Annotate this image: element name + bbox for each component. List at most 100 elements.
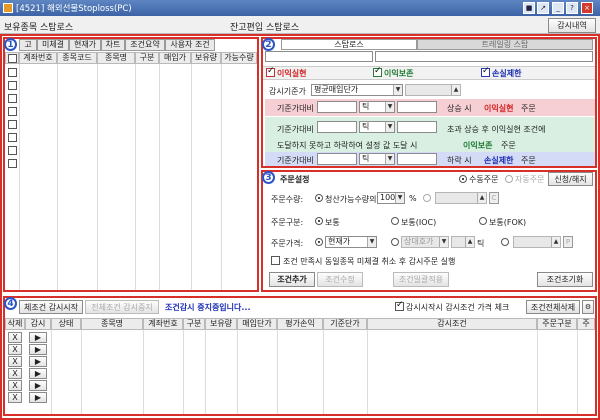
delete-row-button[interactable]: X xyxy=(8,392,22,403)
chevron-down-icon: ▼ xyxy=(367,237,376,247)
row-checkbox[interactable] xyxy=(8,94,17,103)
grid-line xyxy=(237,330,238,414)
tab-condition-summary[interactable]: 조건요약 xyxy=(125,39,165,51)
play-row-button[interactable]: ▶ xyxy=(29,344,47,355)
play-row-button[interactable]: ▶ xyxy=(29,380,47,391)
profit-checkbox[interactable] xyxy=(266,66,275,77)
price-relative-radio[interactable] xyxy=(391,238,399,246)
settings-icon[interactable]: ⚙ xyxy=(582,300,594,314)
spin-icon: ▲ xyxy=(451,85,460,95)
help-icon[interactable]: ? xyxy=(566,2,578,14)
profit-tick-input[interactable] xyxy=(317,101,357,113)
apply-button[interactable]: 신청/해지 xyxy=(548,172,593,186)
breakeven-price-field[interactable] xyxy=(397,121,437,133)
loss-tick-input[interactable] xyxy=(317,153,357,165)
chevron-down-icon: ▼ xyxy=(385,154,394,164)
window-title: [4521] 해외선물Stoploss(PC) xyxy=(16,4,132,14)
breakeven-row3-label: 도달하지 못하고 하락하여 설정 값 도달 시 xyxy=(277,141,418,150)
stoploss-panel: 스탑로스 트레일링 스탑 이익실현 이익보존 손실제한 감시기준가 평균매입단가… xyxy=(261,37,597,168)
breakeven-row-keyword: 이익보존 xyxy=(463,141,493,150)
type-normal-radio[interactable] xyxy=(315,217,323,225)
play-row-button[interactable]: ▶ xyxy=(29,368,47,379)
breakeven-unit-select[interactable]: 틱 ▼ xyxy=(359,121,395,133)
profit-row-suffix: 상승 시 xyxy=(447,104,472,113)
type-fok-radio[interactable] xyxy=(479,217,487,225)
row-checkbox[interactable] xyxy=(8,81,17,90)
select-all-checkbox[interactable] xyxy=(8,54,17,63)
tab-chart[interactable]: 차트 xyxy=(101,39,125,51)
delete-row-button[interactable]: X xyxy=(8,344,22,355)
delete-row-button[interactable]: X xyxy=(8,332,22,343)
reset-condition-button[interactable]: 조건초기화 xyxy=(537,272,593,287)
tab-trailing-stop[interactable]: 트레일링 스탑 xyxy=(417,39,593,50)
manual-order-radio[interactable] xyxy=(459,175,467,183)
delete-row-button[interactable]: X xyxy=(8,356,22,367)
basis-price-field: ▲ xyxy=(405,84,461,96)
row-checkbox[interactable] xyxy=(8,159,17,168)
loss-price-field[interactable] xyxy=(397,153,437,165)
minimize-icon[interactable]: _ xyxy=(552,2,564,14)
lock-icon[interactable]: ■ xyxy=(523,2,535,14)
breakeven-tick-input[interactable] xyxy=(317,121,357,133)
breakeven-check-label: 이익보존 xyxy=(384,69,414,78)
loss-checkbox[interactable] xyxy=(481,66,490,77)
cancel-checkbox[interactable] xyxy=(271,256,280,265)
price-fixed-radio[interactable] xyxy=(501,238,509,246)
close-icon[interactable]: × xyxy=(581,2,593,14)
manual-order-label: 수동주문 xyxy=(469,175,499,184)
type-ioc-radio[interactable] xyxy=(391,217,399,225)
profit-unit: 틱 xyxy=(362,102,370,111)
panel-badge-3: 3 xyxy=(262,171,275,184)
qty-label: 주문수량: xyxy=(271,195,304,204)
delete-row-button[interactable]: X xyxy=(8,380,22,391)
tab-balance[interactable]: 고 xyxy=(19,39,37,51)
history-button[interactable]: 감시내역 xyxy=(548,18,596,33)
qty-percent-select[interactable]: 100 ▼ xyxy=(377,192,405,204)
breakeven-checkbox[interactable] xyxy=(373,66,382,77)
row-checkbox[interactable] xyxy=(8,68,17,77)
delete-all-button[interactable]: 조건전체삭제 xyxy=(526,300,580,314)
row-checkbox[interactable] xyxy=(8,120,17,129)
tab-unfilled[interactable]: 미체결 xyxy=(37,39,69,51)
play-row-button[interactable]: ▶ xyxy=(29,356,47,367)
profit-unit-select[interactable]: 틱 ▼ xyxy=(359,101,395,113)
spin-icon: ▲ xyxy=(551,237,560,247)
link-icon[interactable]: ↗ xyxy=(537,2,549,14)
play-row-button[interactable]: ▶ xyxy=(29,332,47,343)
panel-badge-1: 1 xyxy=(4,38,17,51)
loss-unit-select[interactable]: 틱 ▼ xyxy=(359,153,395,165)
basis-label: 감시기준가 xyxy=(269,87,306,96)
tab-current-price[interactable]: 현재가 xyxy=(69,39,101,51)
tab-user-condition[interactable]: 사용자 조건 xyxy=(165,39,215,51)
row-checkbox[interactable] xyxy=(8,133,17,142)
holdings-tabs: 고 미체결 현재가 차트 조건요약 사용자 조건 xyxy=(5,39,257,51)
price-check-label: 감시시작시 감시조건 가격 체크 xyxy=(406,303,510,312)
grid-line xyxy=(277,330,278,414)
tab-stoploss[interactable]: 스탑로스 xyxy=(281,39,417,50)
profit-check-label: 이익실현 xyxy=(277,69,307,78)
basis-select[interactable]: 평균매입단가 ▼ xyxy=(311,84,403,96)
batch-apply-button: 조건일괄적용 xyxy=(393,272,449,287)
order-settings-title: 주문설정 xyxy=(280,175,310,184)
col-account: 계좌번호 xyxy=(19,52,57,64)
qty-option-radio[interactable] xyxy=(315,194,323,202)
profit-price-field[interactable] xyxy=(397,101,437,113)
symbol-name-field[interactable] xyxy=(375,51,593,62)
price-select[interactable]: 현재가 ▼ xyxy=(325,236,377,248)
start-monitor-button[interactable]: 체조건 감시시작 xyxy=(19,300,83,314)
cancel-check-label: 조건 만족시 동일종목 미체결 취소 후 감시주문 실행 xyxy=(283,257,456,266)
price-current-radio[interactable] xyxy=(315,238,323,246)
order-settings-panel: 주문설정 수동주문 자동주문 신청/해지 주문수량: 청산가능수량의 100 ▼ … xyxy=(261,170,597,292)
row-checkbox[interactable] xyxy=(8,146,17,155)
price-tick-label: 틱 xyxy=(477,239,485,248)
row-checkbox[interactable] xyxy=(8,107,17,116)
delete-row-button[interactable]: X xyxy=(8,368,22,379)
col-monitor: 감시 xyxy=(25,318,51,330)
add-condition-button[interactable]: 조건추가 xyxy=(269,272,315,287)
symbol-field[interactable] xyxy=(265,51,373,62)
monitor-grid: 삭제 감시 상태 종목명 계좌번호 구분 보유량 매입단가 평가손익 기준단가 … xyxy=(5,318,595,414)
price-check-checkbox[interactable] xyxy=(395,300,404,311)
chevron-down-icon: ▼ xyxy=(395,193,404,203)
col-base-price: 기준단가 xyxy=(323,318,367,330)
play-row-button[interactable]: ▶ xyxy=(29,392,47,403)
